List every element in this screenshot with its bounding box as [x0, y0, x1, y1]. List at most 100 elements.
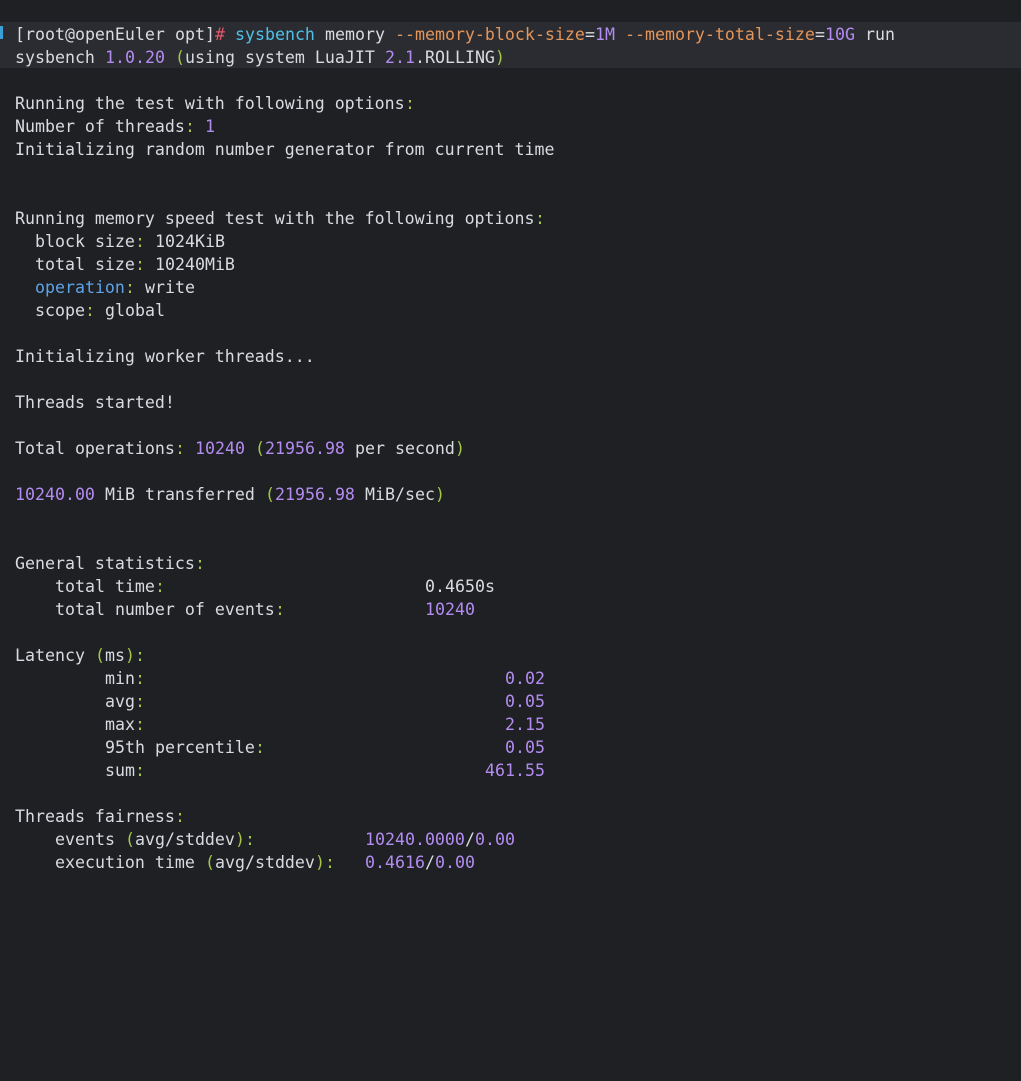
- luajit-version: 2.1: [385, 48, 415, 67]
- fairness-events-stddev: 0.00: [475, 830, 515, 849]
- total-size-line: total size : 10240MiB: [15, 253, 235, 276]
- colon: :: [155, 577, 165, 596]
- threads-value: 1: [205, 117, 215, 136]
- threads-fairness-header: Threads fairness :: [15, 805, 185, 828]
- fairness-exec-line: execution time ( avg/stddev ) : 0.4616 /…: [15, 851, 475, 874]
- colon: :: [125, 278, 135, 297]
- paren-close: ): [235, 830, 245, 849]
- total-size-value: 10240MiB: [155, 255, 235, 274]
- command-option-block-size: --memory-block-size: [395, 25, 585, 44]
- fairness-exec-label: execution time: [55, 853, 195, 872]
- command-action: run: [865, 25, 895, 44]
- line-marker: [0, 26, 3, 39]
- version-number: 1.0.20: [105, 48, 165, 67]
- prompt-user-host: root@openEuler: [25, 25, 165, 44]
- threads-line: Number of threads : 1: [15, 115, 215, 138]
- command-option-block-size-value: 1M: [595, 25, 615, 44]
- colon: :: [405, 94, 415, 113]
- fairness-events-stat: avg/stddev: [135, 830, 235, 849]
- total-time-value: 0.4650s: [425, 577, 495, 596]
- total-operations-line: Total operations : 10240 ( 21956.98 per …: [15, 437, 465, 460]
- version-paren-close: ): [495, 48, 505, 67]
- operation-line: operation : write: [15, 276, 195, 299]
- colon: :: [135, 715, 145, 734]
- colon: :: [85, 301, 95, 320]
- latency-p95-label: 95th percentile: [105, 738, 255, 757]
- latency-unit: ms: [105, 646, 125, 665]
- operation-label: operation: [35, 278, 125, 297]
- fairness-events-line: events ( avg/stddev ) : 10240.0000 / 0.0…: [15, 828, 515, 851]
- colon: :: [135, 761, 145, 780]
- latency-sum-label: sum: [105, 761, 135, 780]
- fairness-events-label: events: [55, 830, 115, 849]
- latency-row: 95th percentile : 0.05: [15, 736, 545, 759]
- transfer-rate-value: 21956.98: [275, 485, 355, 504]
- command-option-total-size: --memory-total-size: [625, 25, 815, 44]
- fairness-exec-stat: avg/stddev: [215, 853, 315, 872]
- latency-max-label: max: [105, 715, 135, 734]
- general-statistics-header: General statistics :: [15, 552, 205, 575]
- total-events-label: total number of events: [55, 600, 275, 619]
- paren-close: ): [315, 853, 325, 872]
- command-option-eq: =: [815, 25, 825, 44]
- command-option-eq: =: [585, 25, 595, 44]
- terminal-window[interactable]: [ root@openEuler opt ] # sysbench memory…: [0, 0, 1021, 884]
- block-size-line: block size : 1024KiB: [15, 230, 225, 253]
- total-operations-label: Total operations: [15, 439, 175, 458]
- command-subcommand: memory: [325, 25, 385, 44]
- latency-p95-value: 0.05: [505, 738, 545, 757]
- prompt-close: ]: [205, 25, 215, 44]
- paren-open: (: [255, 439, 265, 458]
- block-size-value: 1024KiB: [155, 232, 225, 251]
- paren-close: ): [435, 485, 445, 504]
- luajit-suffix: .ROLLING: [415, 48, 495, 67]
- version-text: using system LuaJIT: [185, 48, 375, 67]
- total-time-line: total time : 0.4650s: [15, 575, 495, 598]
- command-option-total-size-value: 10G: [825, 25, 855, 44]
- paren-open: (: [95, 646, 105, 665]
- total-time-label: total time: [55, 577, 155, 596]
- transferred-unit: MiB transferred: [105, 485, 255, 504]
- latency-sum-value: 461.55: [485, 761, 545, 780]
- colon: :: [175, 807, 185, 826]
- total-operations-value: 10240: [195, 439, 245, 458]
- latency-row: min : 0.02: [15, 667, 545, 690]
- latency-avg-value: 0.05: [505, 692, 545, 711]
- latency-max-value: 2.15: [505, 715, 545, 734]
- memory-test-header: Running memory speed test with the follo…: [15, 207, 545, 230]
- colon: :: [245, 830, 255, 849]
- colon: :: [135, 692, 145, 711]
- threads-started-text: Threads started!: [15, 393, 175, 412]
- total-events-line: total number of events : 10240: [15, 598, 475, 621]
- version-line: sysbench 1.0.20 ( using system LuaJIT 2.…: [15, 46, 505, 69]
- threads-label: Number of threads: [15, 117, 185, 136]
- transferred-line: 10240.00 MiB transferred ( 21956.98 MiB/…: [15, 483, 445, 506]
- paren-close: ): [125, 646, 135, 665]
- colon: :: [135, 232, 145, 251]
- transfer-rate-unit: MiB/sec: [365, 485, 435, 504]
- colon: :: [275, 600, 285, 619]
- prompt-cwd: opt: [175, 25, 205, 44]
- slash: /: [465, 830, 475, 849]
- memory-test-header-text: Running memory speed test with the follo…: [15, 209, 535, 228]
- general-statistics-title: General statistics: [15, 554, 195, 573]
- latency-row: avg : 0.05: [15, 690, 545, 713]
- scope-value: global: [105, 301, 165, 320]
- colon: :: [195, 554, 205, 573]
- rng-line: Initializing random number generator fro…: [15, 138, 554, 161]
- ops-per-second-unit: per second: [355, 439, 455, 458]
- fairness-exec-stddev: 0.00: [435, 853, 475, 872]
- latency-avg-label: avg: [105, 692, 135, 711]
- latency-row: max : 2.15: [15, 713, 545, 736]
- latency-min-value: 0.02: [505, 669, 545, 688]
- block-size-label: block size: [35, 232, 135, 251]
- colon: :: [135, 669, 145, 688]
- latency-row: sum : 461.55: [15, 759, 545, 782]
- scope-line: scope : global: [15, 299, 165, 322]
- fairness-events-avg: 10240.0000: [365, 830, 465, 849]
- colon: :: [175, 439, 185, 458]
- prompt-line: [ root@openEuler opt ] # sysbench memory…: [15, 23, 895, 46]
- prompt-open: [: [15, 25, 25, 44]
- paren-open: (: [265, 485, 275, 504]
- colon: :: [255, 738, 265, 757]
